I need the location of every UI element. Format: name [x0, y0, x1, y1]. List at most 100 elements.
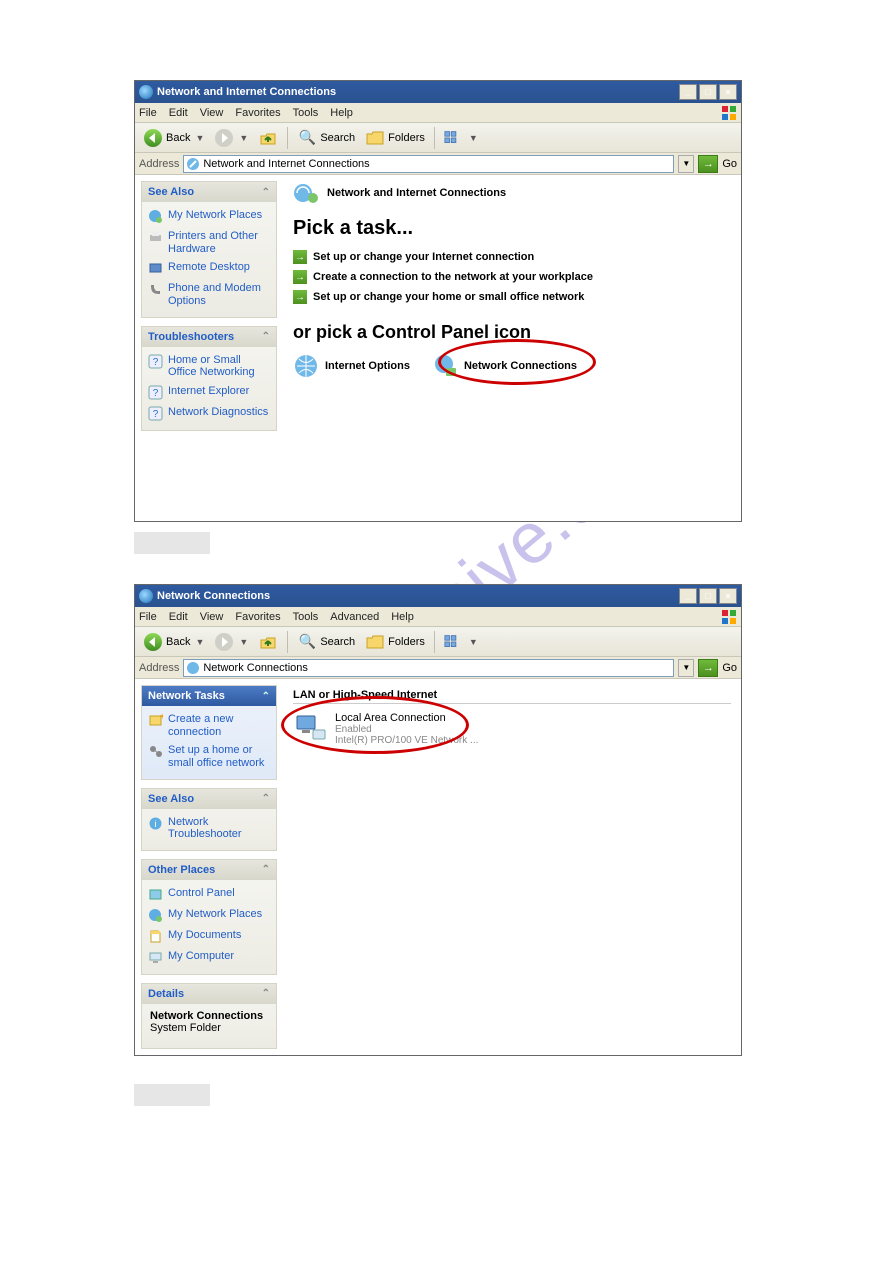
forward-button[interactable]: ▼ — [210, 630, 252, 654]
back-button[interactable]: Back ▼ — [139, 126, 208, 150]
chevron-down-icon[interactable]: ▼ — [195, 637, 204, 647]
views-icon — [444, 632, 464, 652]
arrow-icon: → — [293, 250, 307, 264]
sidebar-item-net-diag-ts[interactable]: ?Network Diagnostics — [146, 403, 272, 424]
address-dropdown-icon[interactable]: ▼ — [678, 659, 694, 677]
sidebar-item-network-troubleshooter[interactable]: iNetwork Troubleshooter — [146, 813, 272, 844]
menu-file[interactable]: File — [139, 611, 157, 623]
panel-header[interactable]: Details⌃ — [142, 984, 276, 1004]
folders-button[interactable]: Folders — [361, 630, 429, 654]
panel-header[interactable]: See Also⌃ — [142, 789, 276, 809]
network-icon — [139, 85, 153, 99]
connection-name: Local Area Connection — [335, 712, 478, 724]
up-button[interactable] — [254, 630, 282, 654]
windows-flag-icon — [721, 609, 737, 624]
panel-other-places: Other Places⌃ Control Panel My Network P… — [141, 859, 277, 975]
svg-text:?: ? — [153, 388, 159, 399]
collapse-icon[interactable]: ⌃ — [262, 187, 270, 198]
chevron-down-icon[interactable]: ▼ — [469, 637, 478, 647]
address-input[interactable]: Network and Internet Connections — [183, 155, 674, 173]
sidebar-item-home-network-ts[interactable]: ?Home or Small Office Networking — [146, 351, 272, 382]
go-button[interactable]: → — [698, 155, 718, 173]
chevron-down-icon[interactable]: ▼ — [195, 133, 204, 143]
sidebar-item-control-panel[interactable]: Control Panel — [146, 884, 272, 905]
go-button[interactable]: → — [698, 659, 718, 677]
sidebar: Network Tasks⌃ ✶Create a new connection … — [135, 679, 283, 1055]
folders-button[interactable]: Folders — [361, 126, 429, 150]
network-places-icon — [148, 908, 163, 923]
menubar: File Edit View Favorites Tools Advanced … — [135, 607, 741, 627]
task-setup-internet[interactable]: →Set up or change your Internet connecti… — [293, 250, 731, 264]
sidebar-item-printers[interactable]: Printers and Other Hardware — [146, 227, 272, 258]
views-button[interactable]: ▼ — [440, 126, 482, 150]
forward-button[interactable]: ▼ — [210, 126, 252, 150]
svg-text:?: ? — [153, 409, 159, 420]
maximize-button[interactable]: □ — [699, 84, 717, 100]
cp-network-connections[interactable]: Network Connections — [432, 353, 577, 379]
chevron-down-icon[interactable]: ▼ — [239, 637, 248, 647]
sidebar-item-remote-desktop[interactable]: Remote Desktop — [146, 258, 272, 279]
network-connections-icon — [432, 353, 458, 379]
collapse-icon[interactable]: ⌃ — [262, 988, 270, 999]
search-button[interactable]: 🔍 Search — [293, 630, 359, 654]
collapse-icon[interactable]: ⌃ — [262, 331, 270, 342]
folders-icon — [365, 128, 385, 148]
sidebar-item-setup-network[interactable]: Set up a home or small office network — [146, 741, 272, 772]
menu-advanced[interactable]: Advanced — [330, 611, 379, 623]
sidebar-item-ie-ts[interactable]: ?Internet Explorer — [146, 382, 272, 403]
menu-help[interactable]: Help — [330, 107, 353, 119]
connection-local-area[interactable]: Local Area Connection Enabled Intel(R) P… — [293, 712, 731, 746]
collapse-icon[interactable]: ⌃ — [262, 691, 270, 702]
task-setup-home-network[interactable]: →Set up or change your home or small off… — [293, 290, 731, 304]
search-button[interactable]: 🔍 Search — [293, 126, 359, 150]
setup-network-icon — [148, 744, 163, 759]
minimize-button[interactable]: _ — [679, 588, 697, 604]
panel-header[interactable]: Network Tasks⌃ — [142, 686, 276, 706]
back-label: Back — [166, 132, 190, 144]
search-label: Search — [320, 132, 355, 144]
sidebar-item-my-computer[interactable]: My Computer — [146, 947, 272, 968]
panel-header[interactable]: Other Places⌃ — [142, 860, 276, 880]
menu-favorites[interactable]: Favorites — [235, 107, 280, 119]
help-icon: ? — [148, 354, 163, 369]
menu-view[interactable]: View — [200, 611, 224, 623]
up-button[interactable] — [254, 126, 282, 150]
collapse-icon[interactable]: ⌃ — [262, 864, 270, 875]
menu-favorites[interactable]: Favorites — [235, 611, 280, 623]
menu-file[interactable]: File — [139, 107, 157, 119]
back-button[interactable]: Back ▼ — [139, 630, 208, 654]
menu-tools[interactable]: Tools — [293, 107, 319, 119]
remote-desktop-icon — [148, 261, 163, 276]
panel-network-tasks: Network Tasks⌃ ✶Create a new connection … — [141, 685, 277, 780]
menu-edit[interactable]: Edit — [169, 611, 188, 623]
cp-internet-options[interactable]: Internet Options — [293, 353, 410, 379]
task-create-workplace-connection[interactable]: →Create a connection to the network at y… — [293, 270, 731, 284]
back-arrow-icon — [143, 128, 163, 148]
address-input[interactable]: Network Connections — [183, 659, 674, 677]
minimize-button[interactable]: _ — [679, 84, 697, 100]
sidebar-item-phone-modem[interactable]: Phone and Modem Options — [146, 279, 272, 310]
svg-text:i: i — [155, 819, 157, 829]
menu-help[interactable]: Help — [391, 611, 414, 623]
titlebar[interactable]: Network Connections _ □ × — [135, 585, 741, 607]
collapse-icon[interactable]: ⌃ — [262, 793, 270, 804]
maximize-button[interactable]: □ — [699, 588, 717, 604]
or-pick-heading: or pick a Control Panel icon — [293, 322, 731, 343]
menu-edit[interactable]: Edit — [169, 107, 188, 119]
sidebar-item-my-documents[interactable]: My Documents — [146, 926, 272, 947]
menu-tools[interactable]: Tools — [293, 611, 319, 623]
close-button[interactable]: × — [719, 588, 737, 604]
panel-header[interactable]: See Also⌃ — [142, 182, 276, 202]
menu-view[interactable]: View — [200, 107, 224, 119]
address-dropdown-icon[interactable]: ▼ — [678, 155, 694, 173]
search-icon: 🔍 — [297, 128, 317, 148]
sidebar-item-my-network-places[interactable]: My Network Places — [146, 905, 272, 926]
sidebar-item-create-connection[interactable]: ✶Create a new connection — [146, 710, 272, 741]
views-button[interactable]: ▼ — [440, 630, 482, 654]
chevron-down-icon[interactable]: ▼ — [239, 133, 248, 143]
titlebar[interactable]: Network and Internet Connections _ □ × — [135, 81, 741, 103]
sidebar-item-my-network-places[interactable]: My Network Places — [146, 206, 272, 227]
panel-header[interactable]: Troubleshooters⌃ — [142, 327, 276, 347]
close-button[interactable]: × — [719, 84, 737, 100]
chevron-down-icon[interactable]: ▼ — [469, 133, 478, 143]
